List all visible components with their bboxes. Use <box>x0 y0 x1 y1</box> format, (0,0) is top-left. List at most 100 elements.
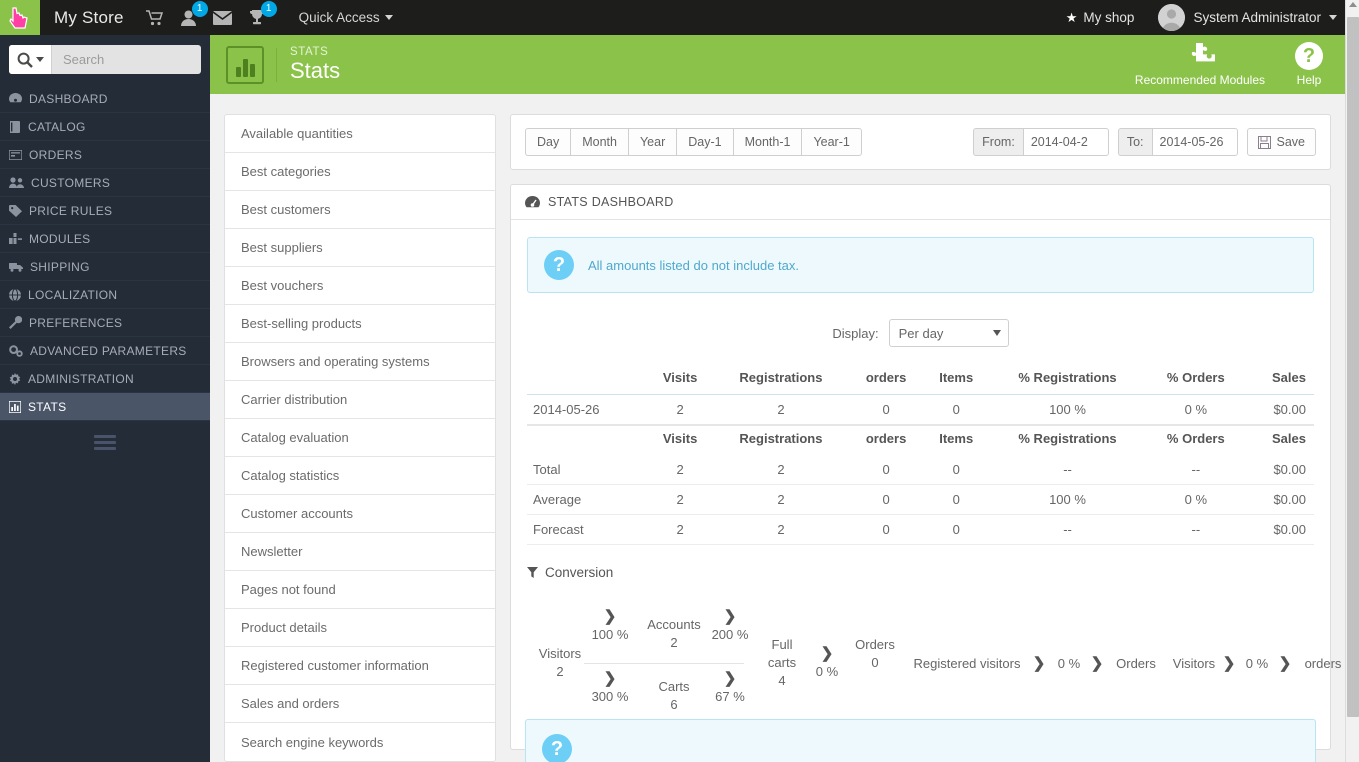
stats-menu-item[interactable]: Catalog evaluation <box>225 419 495 457</box>
date-range-toolbar: DayMonthYearDay-1Month-1Year-1 From: To:… <box>510 114 1331 170</box>
column-header: Registrations <box>739 370 823 385</box>
stats-menu-item[interactable]: Search engine keywords <box>225 723 495 761</box>
dashboard-icon <box>9 93 22 104</box>
range-button-year[interactable]: Year <box>627 128 677 156</box>
table-row: Average 2 2 0 0 100 % 0 % $0.00 <box>527 484 1314 515</box>
cell-sales: $0.00 <box>1245 394 1314 426</box>
stats-menu-item[interactable]: Best-selling products <box>225 305 495 343</box>
cart-icon[interactable] <box>145 9 164 26</box>
cell-label: Average <box>527 484 647 515</box>
cell-visits: 2 <box>647 455 714 485</box>
funnel-full-carts: Full carts 4 <box>757 636 807 690</box>
wrench-icon <box>9 316 22 329</box>
funnel-accounts: Accounts 2 <box>639 616 709 652</box>
recommended-modules-button[interactable]: Recommended Modules <box>1135 42 1265 87</box>
stats-menu-item[interactable]: Carrier distribution <box>225 381 495 419</box>
from-date-input[interactable] <box>1022 128 1109 156</box>
cell-registrations: 2 <box>713 484 849 515</box>
trophy-badge: 1 <box>260 0 277 17</box>
cell-registrations: 2 <box>713 394 849 426</box>
customers-badge: 1 <box>191 0 208 17</box>
sidebar-item-dashboard[interactable]: DASHBOARD <box>0 85 210 113</box>
stats-menu-item[interactable]: Best suppliers <box>225 229 495 267</box>
sidebar-item-preferences[interactable]: PREFERENCES <box>0 309 210 337</box>
column-header: % Orders <box>1166 370 1225 385</box>
scroll-up-arrow-icon[interactable] <box>1349 2 1357 7</box>
panel-title: STATS DASHBOARD <box>548 195 674 209</box>
column-header: Visits <box>662 370 698 385</box>
range-button-month-1[interactable]: Month-1 <box>732 128 802 156</box>
cell-visits: 2 <box>647 484 714 515</box>
sidebar-item-label: LOCALIZATION <box>28 287 118 302</box>
sidebar-item-advanced-parameters[interactable]: ADVANCED PARAMETERS <box>0 337 210 365</box>
funnel-accounts-rate-value: 100 % <box>591 627 629 642</box>
stats-menu-item[interactable]: Best categories <box>225 153 495 191</box>
column-header <box>527 426 647 455</box>
funnel-icon <box>527 567 538 578</box>
store-name[interactable]: My Store <box>54 8 124 28</box>
funnel-visitors: Visitors 2 <box>529 645 591 681</box>
funnel-accounts-rate: ❯ 100 % <box>587 608 633 644</box>
range-button-day[interactable]: Day <box>525 128 571 156</box>
range-button-month[interactable]: Month <box>570 128 628 156</box>
chevron-right-icon: ❯ <box>1032 655 1046 672</box>
employee-menu[interactable]: System Administrator <box>1158 4 1337 31</box>
display-select[interactable]: Per dayPer monthPer year <box>888 319 1009 347</box>
stats-menu-item[interactable]: Sales and orders <box>225 685 495 723</box>
stats-menu-item[interactable]: Best vouchers <box>225 267 495 305</box>
sidebar-item-catalog[interactable]: CATALOG <box>0 113 210 141</box>
sidebar-item-shipping[interactable]: SHIPPING <box>0 253 210 281</box>
stats-menu-item[interactable]: Best customers <box>225 191 495 229</box>
range-button-day-1[interactable]: Day-1 <box>676 128 733 156</box>
trophy-icon[interactable]: 1 <box>249 0 277 26</box>
sidebar-item-stats[interactable]: STATS <box>0 393 210 421</box>
stats-menu-item[interactable]: Customer accounts <box>225 495 495 533</box>
chevron-right-icon: ❯ <box>603 608 617 625</box>
stats-table-body: 2014-05-26 2 2 0 0 100 % 0 % $0.00 <box>527 394 1314 426</box>
to-date-input[interactable] <box>1151 128 1238 156</box>
stats-menu-item[interactable]: Pages not found <box>225 571 495 609</box>
my-shop-link[interactable]: ★ My shop <box>1066 10 1135 26</box>
sidebar-item-label: PRICE RULES <box>29 203 113 218</box>
sidebar-item-localization[interactable]: LOCALIZATION <box>0 281 210 309</box>
sidebar-item-price-rules[interactable]: PRICE RULES <box>0 197 210 225</box>
save-button[interactable]: Save <box>1246 128 1316 156</box>
page-header-actions: Recommended Modules ? Help <box>1135 42 1345 87</box>
scrollbar-thumb[interactable] <box>1347 17 1359 717</box>
page-scrollbar[interactable] <box>1345 0 1359 762</box>
stats-menu-item[interactable]: Registered customer information <box>225 647 495 685</box>
column-header: Visits <box>662 431 698 446</box>
help-button[interactable]: ? Help <box>1295 42 1323 87</box>
search-icon[interactable] <box>9 45 52 74</box>
stats-menu-item[interactable]: Product details <box>225 609 495 647</box>
sidebar-item-label: CUSTOMERS <box>31 175 111 190</box>
sidebar-item-modules[interactable]: MODULES <box>0 225 210 253</box>
sidebar-item-label: STATS <box>28 399 67 414</box>
sidebar-collapse-toggle[interactable] <box>94 435 116 450</box>
chevron-down-icon <box>384 15 393 20</box>
quick-access-dropdown[interactable]: Quick Access <box>299 10 393 25</box>
sidebar-item-label: DASHBOARD <box>29 91 108 106</box>
envelope-icon[interactable] <box>212 10 232 25</box>
sidebar-item-orders[interactable]: ORDERS <box>0 141 210 169</box>
search-input[interactable] <box>52 45 201 74</box>
range-button-year-1[interactable]: Year-1 <box>801 128 862 156</box>
page-header: STATS Stats Recommended Modules ? Help <box>210 35 1345 94</box>
stats-menu-item[interactable]: Available quantities <box>225 115 495 153</box>
stats-menu-item[interactable]: Browsers and operating systems <box>225 343 495 381</box>
funnel-visitors-label: Visitors <box>538 646 582 661</box>
sidebar-item-administration[interactable]: ADMINISTRATION <box>0 365 210 393</box>
my-shop-label: My shop <box>1083 10 1135 25</box>
stats-menu-item[interactable]: Newsletter <box>225 533 495 571</box>
page-title: Stats <box>290 58 341 83</box>
cell-pct_registrations: -- <box>988 455 1147 485</box>
funnel-carts-value: 6 <box>670 697 678 712</box>
secondary-alert: ? <box>525 719 1316 762</box>
cell-pct_registrations: 100 % <box>988 484 1147 515</box>
cell-pct_orders: 0 % <box>1146 484 1246 515</box>
sidebar-item-customers[interactable]: CUSTOMERS <box>0 169 210 197</box>
logo-cell[interactable] <box>0 0 40 35</box>
sidebar-item-label: CATALOG <box>28 119 86 134</box>
customer-icon[interactable]: 1 <box>180 0 208 26</box>
stats-menu-item[interactable]: Catalog statistics <box>225 457 495 495</box>
